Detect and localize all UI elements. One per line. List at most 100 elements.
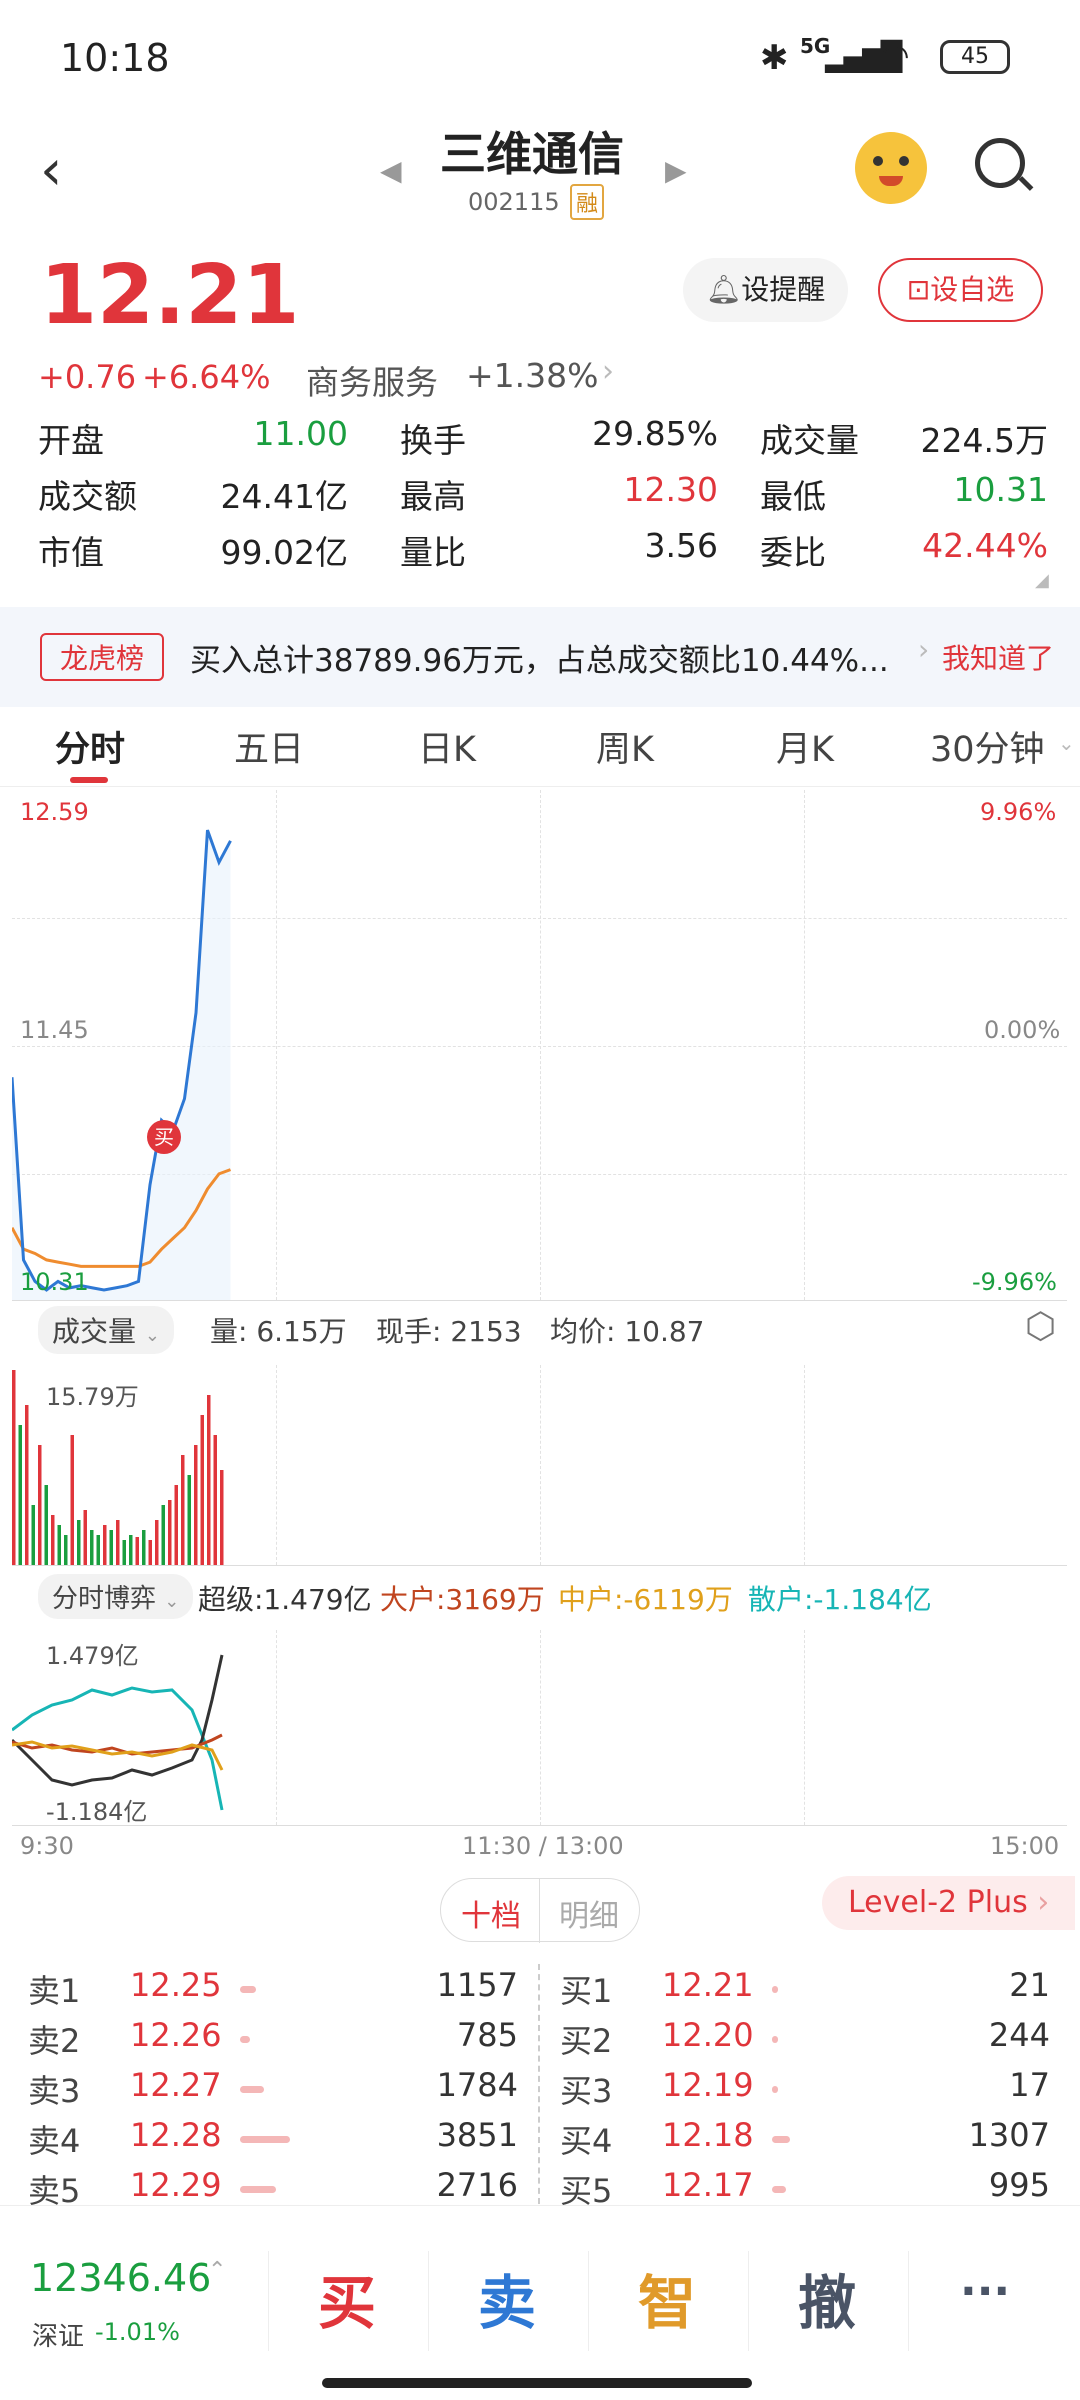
time-start: 9:30 [20,1832,74,1860]
volume-bar [70,1435,74,1565]
add-watchlist-button[interactable]: ⊡设自选 [878,258,1043,322]
sell-price: 12.26 [130,2016,222,2054]
dragon-tiger-banner[interactable]: 龙虎榜 买入总计38789.96万元，占总成交额比10.44%... › 我知道… [0,607,1080,707]
sell-level-label: 卖2 [28,2022,81,2060]
cancel-order-button[interactable]: 撤 [798,2256,856,2340]
buy-button[interactable]: 买 [318,2256,376,2340]
next-stock-icon[interactable]: ▶ [665,154,687,187]
prev-stock-icon[interactable]: ◀ [380,154,402,187]
stat-label: 市值 [38,533,104,572]
volume-bar [103,1525,107,1565]
average-price: 均价: 10.87 [550,1315,705,1348]
buy-row[interactable]: 买2 12.20 244 [560,2016,1050,2066]
price-chart[interactable]: 12.59 11.45 10.31 9.96% 0.00% -9.96% 买 [12,790,1067,1301]
set-alert-button[interactable]: 🔔︎设提醒 [683,258,848,322]
flow-medium: 中户:-6119万 [558,1583,733,1616]
orderbook-divider [538,1964,540,2204]
nav-bar: ‹ ◀ 三维通信 ▶ 002115 融 [0,118,1080,248]
volume-selector[interactable]: 成交量 ⌄ [38,1306,175,1354]
buy-volume: 1307 [968,2116,1050,2154]
volume-bar [213,1435,217,1565]
volume-bar [161,1505,165,1565]
pct-low-label: -9.96% [972,1268,1057,1296]
sell-volume: 2716 [436,2166,518,2204]
flow-selector[interactable]: 分时博弈 ⌄ [38,1574,194,1619]
sector-change: +1.38% [466,356,599,395]
buy-price: 12.20 [662,2016,754,2054]
flow-lines-svg [12,1654,224,1811]
order-book: 十档 明细 Level-2 Plus › 卖1 12.25 1157 卖2 12.26 7… [0,1876,1080,2210]
chart-baseline [12,1565,1067,1566]
buy-price: 12.19 [662,2066,754,2104]
index-value[interactable]: 12346.46 [30,2256,211,2300]
sell-volume-bar [240,2186,276,2193]
tab-five-day[interactable]: 五日 [234,721,304,772]
sell-price: 12.25 [130,1966,222,2004]
stat-label: 最高 [400,477,466,516]
buy-marker[interactable]: 买 [147,1120,181,1154]
back-icon[interactable]: ‹ [40,138,62,203]
volume-bar [90,1530,94,1565]
stat-value: 224.5万 [920,421,1048,460]
buy-row[interactable]: 买3 12.19 17 [560,2066,1050,2116]
tab-active-indicator [70,777,108,783]
level2-plus-label: Level-2 Plus [848,1885,1028,1920]
volume-selector-label: 成交量 [52,1315,137,1348]
chevron-up-icon[interactable]: ⌃ [208,2258,226,2283]
volume-chart[interactable]: 15.79万 [12,1365,1067,1566]
stat-value: 3.56 [644,526,718,565]
watchlist-icon: ⊡ [906,273,931,306]
flow-chart[interactable]: 1.479亿 -1.184亿 [12,1630,1067,1826]
flow-max-label: 1.479亿 [46,1642,139,1670]
price-change-pct: +6.64% [142,358,271,396]
bluetooth-icon: ✱ [760,38,789,78]
tab-weekly-k[interactable]: 周K [596,721,654,772]
tab-intraday[interactable]: 分时 [55,721,125,772]
price-mid-label: 11.45 [20,1016,89,1044]
tab-ten-levels[interactable]: 十档 [461,1891,521,1935]
stat-value: 24.41亿 [220,477,348,516]
volume-max-label: 15.79万 [46,1383,139,1411]
flow-min-label: -1.184亿 [46,1798,148,1826]
buy-price: 12.18 [662,2116,754,2154]
current-price: 12.21 [40,248,300,343]
volume-bar [77,1520,81,1565]
buy-volume-bar [772,2186,786,2193]
sell-row[interactable]: 卖1 12.25 1157 [28,1966,518,2016]
sell-volume-bar [240,2136,290,2143]
volume-bar [187,1475,191,1565]
tab-details[interactable]: 明细 [559,1891,619,1935]
buy-price: 12.17 [662,2166,754,2204]
settings-hexagon-icon[interactable]: ⬡ [1025,1306,1056,1347]
sell-row[interactable]: 卖2 12.26 785 [28,2016,518,2066]
volume-bar [200,1415,204,1565]
set-alert-label: 设提醒 [741,273,826,306]
sell-price: 12.28 [130,2116,222,2154]
sell-button[interactable]: 卖 [478,2256,536,2340]
mascot-icon[interactable] [855,132,927,204]
stat-label: 最低 [760,477,826,516]
sector-name[interactable]: 商务服务 [306,356,438,404]
sell-level-label: 卖3 [28,2072,81,2110]
flow-retail: 散户:-1.184亿 [748,1583,932,1616]
buy-level-label: 买1 [560,1972,613,2010]
sell-row[interactable]: 卖3 12.27 1784 [28,2066,518,2116]
buy-row[interactable]: 买4 12.18 1307 [560,2116,1050,2166]
search-icon[interactable] [975,138,1034,191]
price-low-label: 10.31 [20,1268,89,1296]
tab-daily-k[interactable]: 日K [418,721,476,772]
expand-corner-icon[interactable]: ◢ [1035,570,1049,591]
sell-volume-bar [240,2086,264,2093]
buy-volume-bar [772,2036,778,2043]
buy-row[interactable]: 买1 12.21 21 [560,1966,1050,2016]
chevron-down-icon[interactable]: ⌄ [1058,731,1075,755]
tab-30-minute[interactable]: 30分钟 [930,721,1045,772]
dismiss-banner-button[interactable]: 我知道了 [942,637,1054,677]
smart-button[interactable]: 智 [638,2256,696,2340]
sell-row[interactable]: 卖4 12.28 3851 [28,2116,518,2166]
volume-bar [207,1395,211,1565]
stat-label: 成交额 [38,477,137,516]
more-button[interactable]: ··· [960,2266,1010,2317]
tab-monthly-k[interactable]: 月K [776,721,834,772]
level2-plus-badge[interactable]: Level-2 Plus › [822,1876,1076,1930]
